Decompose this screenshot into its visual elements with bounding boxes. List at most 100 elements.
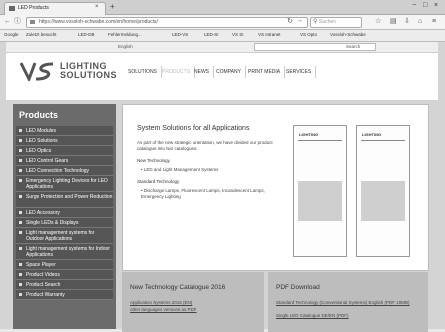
bookmark-item[interactable]: LED-DB — [78, 32, 95, 37]
sidebar-item-single-leds[interactable]: Single LEDs & Displays — [16, 218, 113, 228]
pdf-download-title: PDF Download — [276, 284, 320, 291]
sidebar-item-product-videos[interactable]: Product Videos — [16, 270, 113, 280]
bullet-icon — [19, 211, 22, 214]
catalogue-link[interactable]: other languages versions as PDF — [130, 307, 197, 312]
bullet-icon — [19, 179, 22, 182]
std-tech-title: Standard Technology — [137, 179, 180, 184]
bullet-icon — [19, 293, 22, 296]
content-intro: As part of the new strategic orientation… — [137, 140, 273, 151]
sidebar-item-surge-protection[interactable]: Surge Protection and Power Reduction — [16, 192, 113, 208]
sidebar-item-led-optics[interactable]: LED Optics — [16, 146, 113, 156]
info-icon[interactable]: ⓘ — [14, 17, 21, 26]
bullet-icon — [19, 139, 22, 142]
new-technology-title: New Technology Catalogue 2016 — [130, 284, 226, 291]
bullet-icon — [19, 221, 22, 224]
sidebar-item-led-control-gears[interactable]: LED Control Gears — [16, 156, 113, 166]
bookmark-item[interactable]: Vossloh-Schwabe — [330, 32, 366, 37]
url-bar[interactable]: https://www.vossloh-schwabe.com/en/home/… — [26, 17, 308, 28]
products-sidebar: Products LED Modules LED Solutions LED O… — [13, 104, 116, 329]
bullet-icon — [19, 129, 22, 132]
sidebar-item-led-accessory[interactable]: LED Accessory — [16, 208, 113, 218]
catalogue-image — [361, 181, 405, 221]
new-tech-title: New Technology — [137, 158, 170, 163]
browser-tab[interactable]: LED Products × — [4, 2, 106, 15]
sidebar-item-led-solutions[interactable]: LED Solutions — [16, 136, 113, 146]
bookmark-item[interactable]: Zuletzt besucht — [26, 32, 57, 37]
logo-mark-icon — [20, 62, 54, 81]
reload-icon[interactable]: ↻ — [287, 17, 293, 25]
bookmark-item[interactable]: LED-VS — [172, 32, 188, 37]
close-tab-icon[interactable]: × — [95, 4, 99, 10]
reading-list-icon[interactable]: ▤ — [390, 17, 397, 26]
catalogue-link[interactable]: Application Systems 2016 (EN) — [130, 300, 192, 305]
sidebar-item-product-warranty[interactable]: Product Warranty — [16, 290, 113, 300]
nav-company[interactable]: COMPANY — [212, 66, 246, 78]
site-search-button[interactable]: Search — [346, 44, 360, 49]
bullet-icon — [19, 247, 22, 250]
favicon-icon — [9, 6, 15, 11]
sidebar-item-product-search[interactable]: Product Search — [16, 280, 113, 290]
pdf-link[interactable]: Standard Technology (Conventional System… — [276, 300, 409, 305]
back-icon[interactable]: ← — [4, 17, 11, 26]
site-header: English Search LIGHTING SOLUTIONS SOLUTI… — [6, 42, 438, 100]
search-icon: ⚲ — [313, 19, 318, 25]
new-tab-button[interactable]: + — [110, 2, 115, 11]
sidebar-title: Products — [19, 110, 59, 120]
bookmark-item[interactable]: Google — [4, 32, 19, 37]
bookmark-item[interactable]: VS Intranet — [258, 32, 281, 37]
nav-print-media[interactable]: PRINT MEDIA — [244, 66, 286, 78]
nav-news[interactable]: NEWS — [190, 66, 214, 78]
browser-nav-bar: ← ⓘ https://www.vossloh-schwabe.com/en/h… — [0, 15, 445, 30]
nav-solutions[interactable]: SOLUTIONS — [124, 66, 162, 78]
sidebar-item-emergency-lighting[interactable]: Emergency Lighting Devices for LED Appli… — [16, 176, 113, 192]
home-icon[interactable]: ⌂ — [418, 17, 422, 26]
divider — [361, 140, 405, 141]
catalogue-cover-standard[interactable]: LIGHTING — [356, 125, 410, 257]
header-strip: English Search — [6, 42, 438, 53]
bullet-icon — [19, 231, 22, 234]
search-placeholder: Suchen — [319, 19, 336, 25]
main-content: System Solutions for all Applications As… — [122, 104, 429, 271]
go-icon[interactable]: → — [296, 17, 303, 24]
url-text: https://www.vossloh-schwabe.com/en/home/… — [39, 19, 158, 25]
bullet-icon — [19, 149, 22, 152]
catalogue-cover-new[interactable]: LIGHTING — [293, 125, 347, 257]
lock-icon — [30, 20, 35, 24]
bullet-icon — [19, 273, 22, 276]
bookmark-star-icon[interactable]: ☆ — [375, 17, 381, 26]
sidebar-item-lms-indoor[interactable]: Light management systems for Indoor Appl… — [16, 244, 113, 260]
bookmark-item[interactable]: Fehlermeldung... — [108, 32, 142, 37]
pdf-download-box: PDF Download Standard Technology (Conven… — [268, 272, 428, 332]
sidebar-item-led-connection[interactable]: LED Connection Technology — [16, 166, 113, 176]
bookmarks-bar: Google Zuletzt besucht LED-DB Fehlermeld… — [0, 30, 445, 42]
maximize-button[interactable]: □ — [423, 0, 427, 12]
web-page: English Search LIGHTING SOLUTIONS SOLUTI… — [0, 42, 445, 332]
bookmark-item[interactable]: VS SI — [232, 32, 244, 37]
catalogue-label: LIGHTING — [362, 132, 382, 137]
bullet-icon — [19, 195, 22, 198]
minimize-button[interactable]: − — [412, 0, 416, 12]
sidebar-item-lms-outdoor[interactable]: Light management systems for Outdoor App… — [16, 228, 113, 244]
divider — [298, 140, 342, 141]
sidebar-item-space-player[interactable]: Space Player — [16, 260, 113, 270]
bullet-icon — [19, 159, 22, 162]
bookmark-item[interactable]: VS Opto — [300, 32, 317, 37]
bookmark-item[interactable]: LED-SI — [204, 32, 219, 37]
std-tech-item: • Discharge Lamps, Fluorescent Lamps, In… — [141, 188, 265, 199]
site-logo[interactable]: LIGHTING SOLUTIONS — [20, 57, 120, 87]
nav-services[interactable]: SERVICES — [282, 66, 317, 78]
language-selector[interactable]: English — [118, 44, 133, 49]
content-heading: System Solutions for all Applications — [137, 125, 250, 132]
browser-tab-bar: LED Products × + − □ × — [0, 0, 445, 15]
close-window-button[interactable]: × — [434, 0, 438, 12]
sidebar-item-led-modules[interactable]: LED Modules — [16, 126, 113, 136]
catalogue-label: LIGHTING — [299, 132, 319, 137]
menu-icon[interactable]: ≡ — [432, 17, 436, 26]
tab-title: LED Products — [18, 5, 49, 11]
browser-search-input[interactable]: ⚲ Suchen — [310, 17, 362, 28]
logo-text-line2: SOLUTIONS — [60, 70, 118, 80]
new-tech-item: • LED and Light Management Systems — [141, 167, 219, 172]
downloads-icon[interactable]: ⇩ — [404, 17, 410, 26]
bullet-icon — [19, 169, 22, 172]
pdf-link[interactable]: Single LED Catalogue DE/EN (PDF) — [276, 313, 349, 318]
